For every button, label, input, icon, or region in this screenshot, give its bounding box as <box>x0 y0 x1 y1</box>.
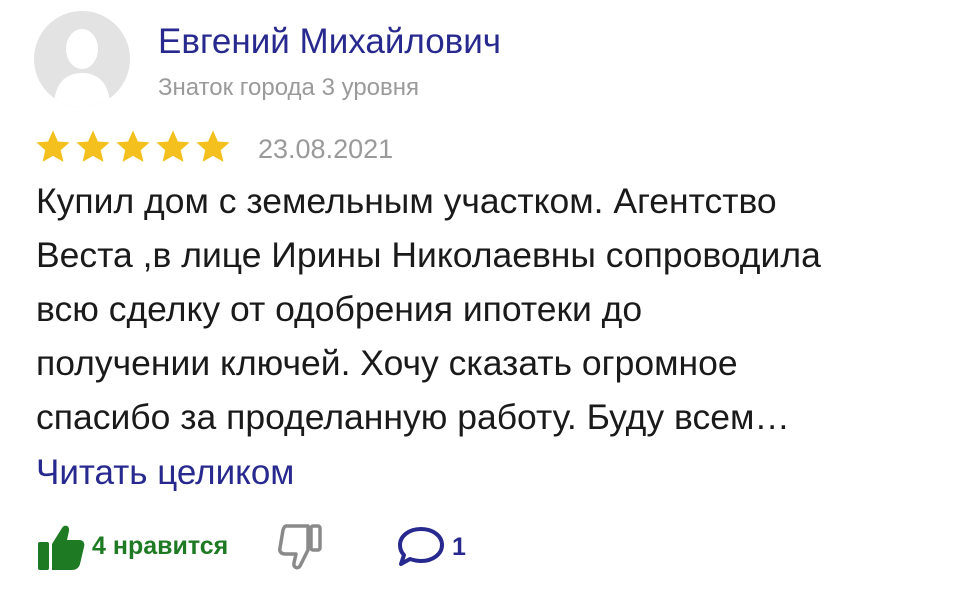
dislike-button[interactable] <box>278 522 324 577</box>
comment-count: 1 <box>452 532 466 561</box>
speech-bubble-icon <box>398 527 444 566</box>
thumbs-down-icon <box>278 524 322 570</box>
star-icon <box>36 130 70 162</box>
thumbs-up-icon <box>38 525 85 570</box>
read-more-link[interactable]: Читать целиком <box>36 450 294 496</box>
user-silhouette-icon <box>54 29 110 107</box>
author-name[interactable]: Евгений Михайлович <box>158 20 501 64</box>
review-text-line: Веста ,в лице Ирины Николаевны сопроводи… <box>36 235 821 275</box>
star-icon <box>196 130 230 162</box>
review-text-line: всю сделку от одобрения ипотеки до <box>36 289 643 329</box>
star-icon <box>116 130 150 162</box>
review-date: 23.08.2021 <box>258 134 394 164</box>
like-count: 4 нравится <box>92 531 229 560</box>
comments-button[interactable]: 1 <box>396 524 466 570</box>
avatar[interactable] <box>34 11 130 107</box>
review-text-line: Купил дом с земельным участком. Агентств… <box>36 181 777 221</box>
like-button[interactable]: 4 нравится <box>36 518 228 574</box>
star-icon <box>156 130 190 162</box>
review-text-line: получении ключей. Хочу сказать огромное <box>36 343 738 383</box>
review-card: Евгений Михайлович Знаток города 3 уровн… <box>0 0 960 603</box>
review-text: Купил дом с земельным участком. Агентств… <box>36 174 936 444</box>
author-level: Знаток города 3 уровня <box>158 74 420 101</box>
star-icon <box>76 130 110 162</box>
review-text-line: спасибо за проделанную работу. Буду всем… <box>36 397 790 437</box>
rating-stars <box>34 128 232 168</box>
